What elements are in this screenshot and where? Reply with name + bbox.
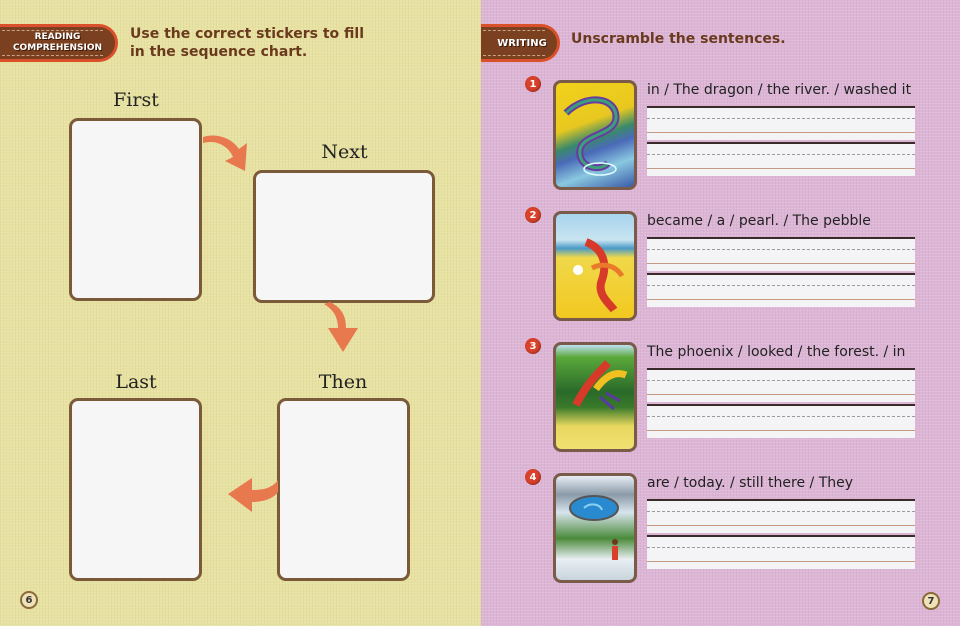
label-last: Last (115, 371, 157, 393)
section-tag-line-2: COMPREHENSION (12, 43, 103, 53)
exercise-item-4: 4 are / today. / still there / They (519, 469, 949, 583)
flying-phoenix-icon (572, 360, 628, 411)
arrow-right-icon (203, 135, 247, 171)
sticker-box-first[interactable] (69, 118, 202, 301)
phoenix-icon (573, 238, 625, 313)
section-tag-writing: WRITING (481, 24, 560, 62)
lake-icon (569, 495, 619, 560)
writing-line[interactable] (647, 368, 915, 402)
left-instruction: Use the correct stickers to fill in the … (130, 26, 365, 60)
phoenix-forest-illustration (553, 342, 637, 452)
writing-lines[interactable] (647, 368, 915, 440)
left-page: READING COMPREHENSION Use the correct st… (0, 0, 481, 626)
arrow-down-icon (324, 302, 358, 352)
writing-line[interactable] (647, 106, 915, 140)
scrambled-sentence: are / today. / still there / They (647, 475, 854, 491)
page-number-left: 6 (20, 591, 38, 609)
page-number-right: 7 (922, 592, 940, 610)
exercise-item-3: 3 The phoenix / looked / the forest. / i… (519, 338, 949, 452)
writing-lines[interactable] (647, 499, 915, 571)
dragon-river-illustration (553, 80, 637, 190)
writing-lines[interactable] (647, 237, 915, 309)
right-instruction: Unscramble the sentences. (571, 31, 786, 47)
writing-lines[interactable] (647, 106, 915, 178)
lake-mountain-illustration (553, 473, 637, 583)
writing-line[interactable] (647, 142, 915, 176)
writing-line[interactable] (647, 273, 915, 307)
section-tag-line-1: READING (34, 32, 81, 42)
scrambled-sentence: The phoenix / looked / the forest. / in (647, 344, 906, 360)
scrambled-sentence: became / a / pearl. / The pebble (647, 213, 871, 229)
exercise-item-2: 2 became / a / pearl. / The pebble (519, 207, 949, 321)
dragon-icon (563, 96, 620, 176)
section-tag-label: WRITING (497, 37, 547, 49)
writing-line[interactable] (647, 535, 915, 569)
right-page: WRITING Unscramble the sentences. 1 in /… (481, 0, 960, 626)
label-then: Then (318, 371, 368, 393)
item-number-badge: 1 (525, 76, 541, 92)
section-tag-reading-comprehension: READING COMPREHENSION (0, 24, 118, 62)
sticker-box-next[interactable] (253, 170, 435, 303)
label-next: Next (321, 141, 368, 163)
phoenix-pearl-illustration (553, 211, 637, 321)
arrow-left-icon (228, 478, 278, 512)
label-first: First (113, 89, 159, 111)
item-number-badge: 2 (525, 207, 541, 223)
writing-line[interactable] (647, 237, 915, 271)
exercise-item-1: 1 in / The dragon / the river. / washed … (519, 76, 949, 190)
sticker-box-last[interactable] (69, 398, 202, 581)
item-number-badge: 4 (525, 469, 541, 485)
scrambled-sentence: in / The dragon / the river. / washed it (647, 82, 912, 98)
writing-line[interactable] (647, 404, 915, 438)
item-number-badge: 3 (525, 338, 541, 354)
sticker-box-then[interactable] (277, 398, 410, 581)
writing-line[interactable] (647, 499, 915, 533)
